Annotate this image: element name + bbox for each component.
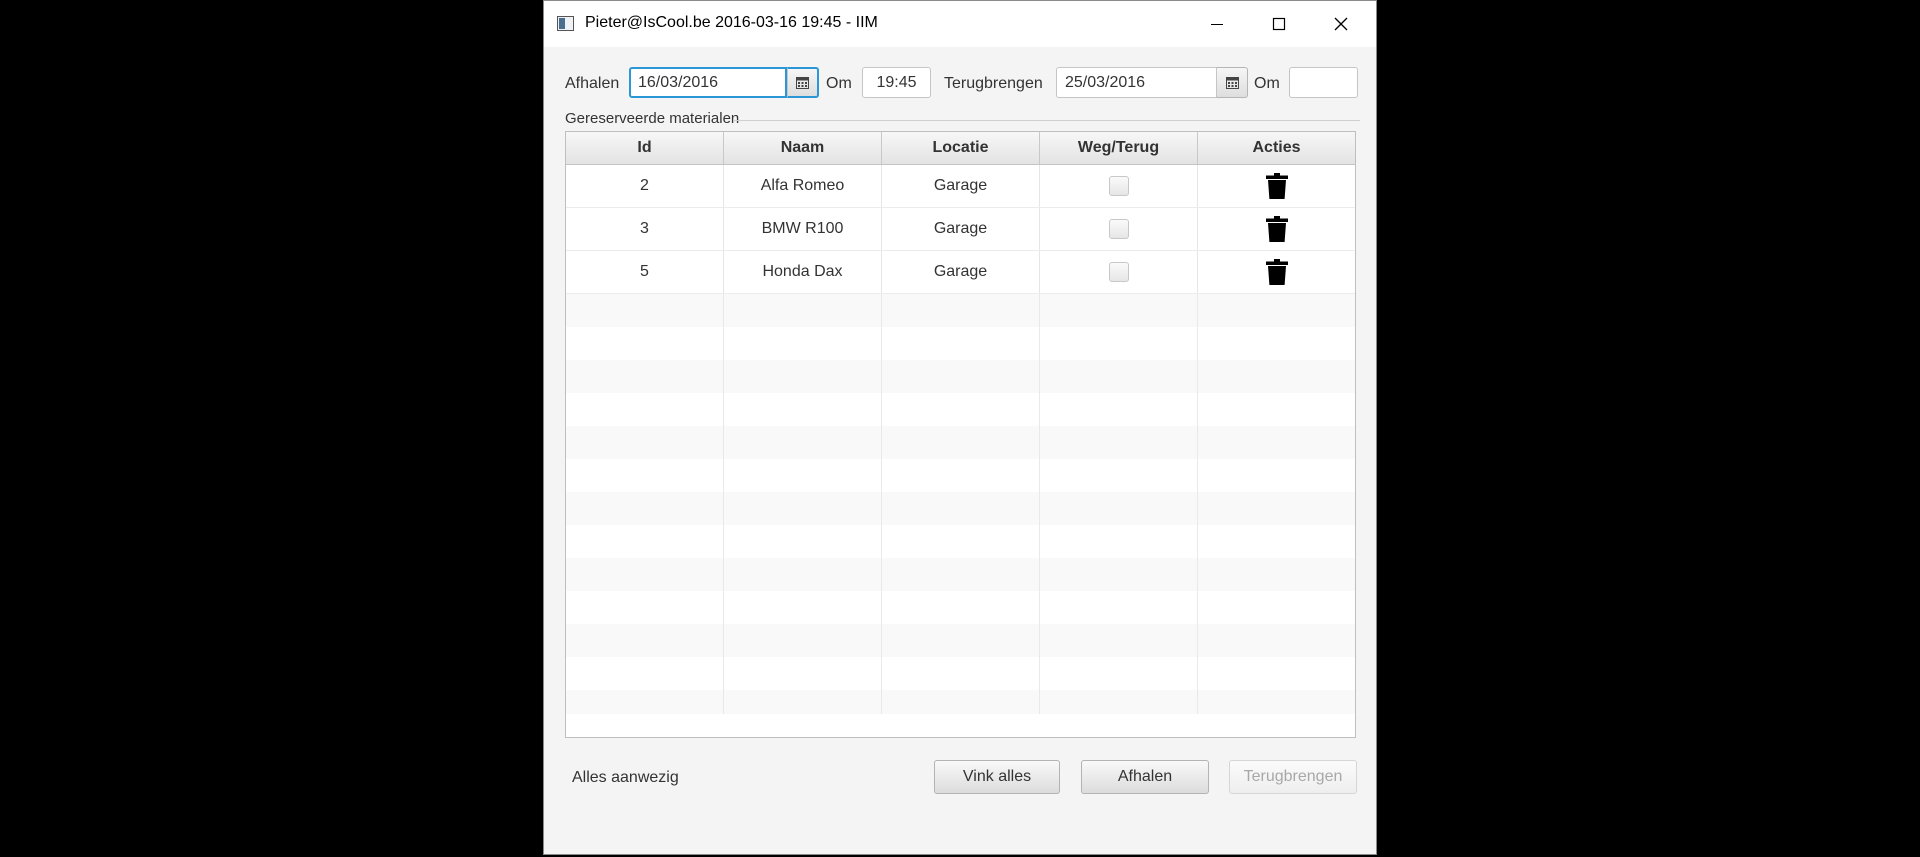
close-button[interactable] [1310,1,1372,47]
cell-id: 5 [566,251,724,293]
cell-actions [1198,165,1355,207]
column-header-location[interactable]: Locatie [882,132,1040,164]
cell-id: 3 [566,208,724,250]
table-row[interactable]: 2 Alfa Romeo Garage [566,165,1355,208]
cell-name: Honda Dax [724,251,882,293]
table-body: 2 Alfa Romeo Garage 3 BMW R100 Garage 5 … [566,165,1355,294]
trash-icon [1265,216,1288,242]
cell-id: 2 [566,165,724,207]
section-divider [733,120,1360,121]
return-button[interactable]: Terugbrengen [1229,760,1357,794]
title-bar[interactable]: Pieter@IsCool.be 2016-03-16 19:45 - IIM [544,1,1376,47]
check-all-button[interactable]: Vink alles [934,760,1060,794]
delete-button[interactable] [1265,216,1288,242]
minimize-button[interactable] [1186,1,1248,47]
trash-icon [1265,173,1288,199]
minimize-icon [1211,24,1223,25]
column-header-id[interactable]: Id [566,132,724,164]
column-header-actions[interactable]: Acties [1198,132,1355,164]
calendar-icon [1225,76,1239,89]
cell-location: Garage [882,251,1040,293]
column-header-away-return[interactable]: Weg/Terug [1040,132,1198,164]
pickup-calendar-button[interactable] [787,67,819,98]
section-title: Gereserveerde materialen [565,110,740,127]
away-return-checkbox[interactable] [1108,176,1129,196]
status-text: Alles aanwezig [572,769,679,786]
return-date-input[interactable]: 25/03/2016 [1056,67,1217,98]
cell-name: BMW R100 [724,208,882,250]
return-time-input[interactable] [1289,67,1358,98]
column-header-name[interactable]: Naam [724,132,882,164]
table-row[interactable]: 3 BMW R100 Garage [566,208,1355,251]
empty-table-rows [566,294,1355,714]
window-title: Pieter@IsCool.be 2016-03-16 19:45 - IIM [585,14,878,31]
pickup-button[interactable]: Afhalen [1081,760,1209,794]
close-icon [1334,17,1348,31]
return-time-label: Om [1254,75,1280,92]
app-icon [557,16,574,31]
cell-away-return [1040,251,1198,293]
materials-table: Id Naam Locatie Weg/Terug Acties 2 Alfa … [565,131,1356,738]
pickup-time-label: Om [826,75,852,92]
cell-location: Garage [882,165,1040,207]
cell-away-return [1040,208,1198,250]
cell-actions [1198,208,1355,250]
app-window: Pieter@IsCool.be 2016-03-16 19:45 - IIM … [543,0,1377,855]
delete-button[interactable] [1265,173,1288,199]
calendar-icon [796,76,809,89]
away-return-checkbox[interactable] [1108,219,1129,239]
cell-actions [1198,251,1355,293]
pickup-date-input[interactable]: 16/03/2016 [629,67,787,98]
return-label: Terugbrengen [944,75,1043,92]
delete-button[interactable] [1265,259,1288,285]
return-calendar-button[interactable] [1216,67,1248,98]
pickup-label: Afhalen [565,75,620,92]
cell-away-return [1040,165,1198,207]
maximize-button[interactable] [1248,1,1310,47]
trash-icon [1265,259,1288,285]
away-return-checkbox[interactable] [1108,262,1129,282]
table-header: Id Naam Locatie Weg/Terug Acties [566,132,1355,165]
table-row[interactable]: 5 Honda Dax Garage [566,251,1355,294]
pickup-time-input[interactable]: 19:45 [862,67,931,98]
cell-location: Garage [882,208,1040,250]
maximize-icon [1272,17,1286,31]
cell-name: Alfa Romeo [724,165,882,207]
